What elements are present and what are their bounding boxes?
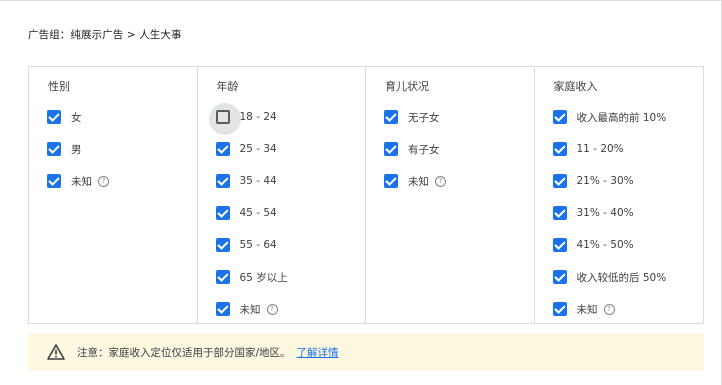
option-label: 35 - 44 (239, 175, 277, 187)
option-income-11-20[interactable]: 11 - 20% (552, 139, 624, 159)
checkbox[interactable] (552, 270, 567, 284)
checkbox[interactable] (215, 270, 230, 284)
checkbox[interactable] (215, 302, 230, 316)
option-income-31-40[interactable]: 31% - 40% (552, 203, 634, 223)
checkbox[interactable] (215, 174, 230, 188)
option-age-55-64[interactable]: 55 - 64 (215, 235, 277, 255)
option-income-41-50[interactable]: 41% - 50% (552, 235, 634, 255)
option-gender-male[interactable]: 男 (47, 139, 82, 159)
column-household-income: 家庭收入 收入最高的前 10% 11 - 20% 21% - 30% 31% -… (535, 67, 704, 323)
option-label: 31% - 40% (576, 207, 634, 219)
option-label: 未知 (71, 175, 92, 188)
help-icon[interactable]: ? (435, 175, 446, 187)
checkbox[interactable] (47, 142, 61, 156)
option-income-unknown[interactable]: 未知 ? (552, 299, 615, 319)
focus-halo (208, 103, 241, 135)
option-income-21-30[interactable]: 21% - 30% (552, 171, 634, 191)
option-label: 未知 (408, 175, 429, 188)
option-gender-female[interactable]: 女 (47, 107, 82, 127)
option-label: 有子女 (408, 143, 440, 156)
option-label: 65 岁以上 (239, 271, 288, 284)
column-header-household-income: 家庭收入 (553, 80, 598, 93)
option-gender-unknown[interactable]: 未知 ? (47, 171, 109, 191)
option-parent-unknown[interactable]: 未知 ? (384, 171, 446, 191)
option-age-35-44[interactable]: 35 - 44 (215, 171, 277, 191)
option-label: 未知 (239, 303, 261, 316)
column-gender: 性别 女 男 未知 ? (29, 67, 198, 323)
help-icon[interactable]: ? (266, 303, 278, 315)
option-parent-has-children[interactable]: 有子女 (384, 139, 440, 159)
help-icon[interactable]: ? (98, 175, 109, 187)
checkbox[interactable] (47, 110, 61, 124)
breadcrumb: 广告组：纯展示广告 > 人生大事 (28, 29, 182, 41)
option-label: 18 - 24 (239, 111, 277, 123)
column-age: 年龄 18 - 24 25 - 34 35 - 44 45 - 54 55 - … (198, 67, 366, 323)
checkbox[interactable] (384, 110, 398, 124)
option-income-top-10[interactable]: 收入最高的前 10% (552, 107, 667, 127)
checkbox[interactable] (384, 142, 398, 156)
option-label: 11 - 20% (576, 143, 624, 155)
checkbox[interactable] (552, 302, 567, 316)
option-label: 收入最高的前 10% (576, 111, 667, 124)
option-age-25-34[interactable]: 25 - 34 (215, 139, 277, 159)
option-age-18-24[interactable]: 18 - 24 (208, 103, 277, 135)
checkbox[interactable] (47, 174, 61, 188)
warning-icon (47, 344, 65, 360)
option-label: 25 - 34 (239, 143, 277, 155)
checkbox[interactable] (552, 110, 567, 124)
checkbox[interactable] (552, 238, 567, 252)
option-label: 45 - 54 (239, 207, 277, 219)
option-label: 无子女 (408, 111, 440, 124)
checkbox[interactable] (552, 206, 567, 220)
top-divider (0, 0, 722, 1)
notice-banner: 注意：家庭收入定位仅适用于部分国家/地区。 了解详情 (28, 333, 704, 371)
column-parental-status: 育儿状况 无子女 有子女 未知 ? (366, 67, 535, 323)
option-income-bottom-50[interactable]: 收入较低的后 50% (552, 267, 667, 287)
checkbox[interactable] (552, 142, 567, 156)
column-header-gender: 性别 (48, 80, 70, 93)
column-header-parental-status: 育儿状况 (385, 80, 429, 93)
column-header-age: 年龄 (216, 80, 239, 93)
option-label: 未知 (576, 303, 598, 316)
checkbox[interactable] (552, 174, 567, 188)
option-age-65-plus[interactable]: 65 岁以上 (215, 267, 288, 287)
demographics-panel: 性别 女 男 未知 ? 年龄 18 - 24 25 - 34 35 - 44 4… (28, 66, 704, 324)
option-parent-no-children[interactable]: 无子女 (384, 107, 440, 127)
checkbox[interactable] (384, 174, 398, 188)
option-age-unknown[interactable]: 未知 ? (215, 299, 278, 319)
option-label: 41% - 50% (576, 239, 634, 251)
option-label: 21% - 30% (576, 175, 634, 187)
checkbox[interactable] (215, 206, 230, 220)
option-label: 女 (71, 111, 82, 124)
option-label: 男 (71, 143, 82, 156)
option-label: 收入较低的后 50% (576, 271, 667, 284)
option-label: 55 - 64 (239, 239, 277, 251)
help-icon[interactable]: ? (603, 303, 615, 315)
learn-more-link[interactable]: 了解详情 (297, 345, 339, 360)
checkbox[interactable] (208, 103, 241, 135)
checkbox[interactable] (215, 142, 230, 156)
checkbox[interactable] (215, 238, 230, 252)
notice-text: 注意：家庭收入定位仅适用于部分国家/地区。 (77, 346, 291, 359)
option-age-45-54[interactable]: 45 - 54 (215, 203, 277, 223)
